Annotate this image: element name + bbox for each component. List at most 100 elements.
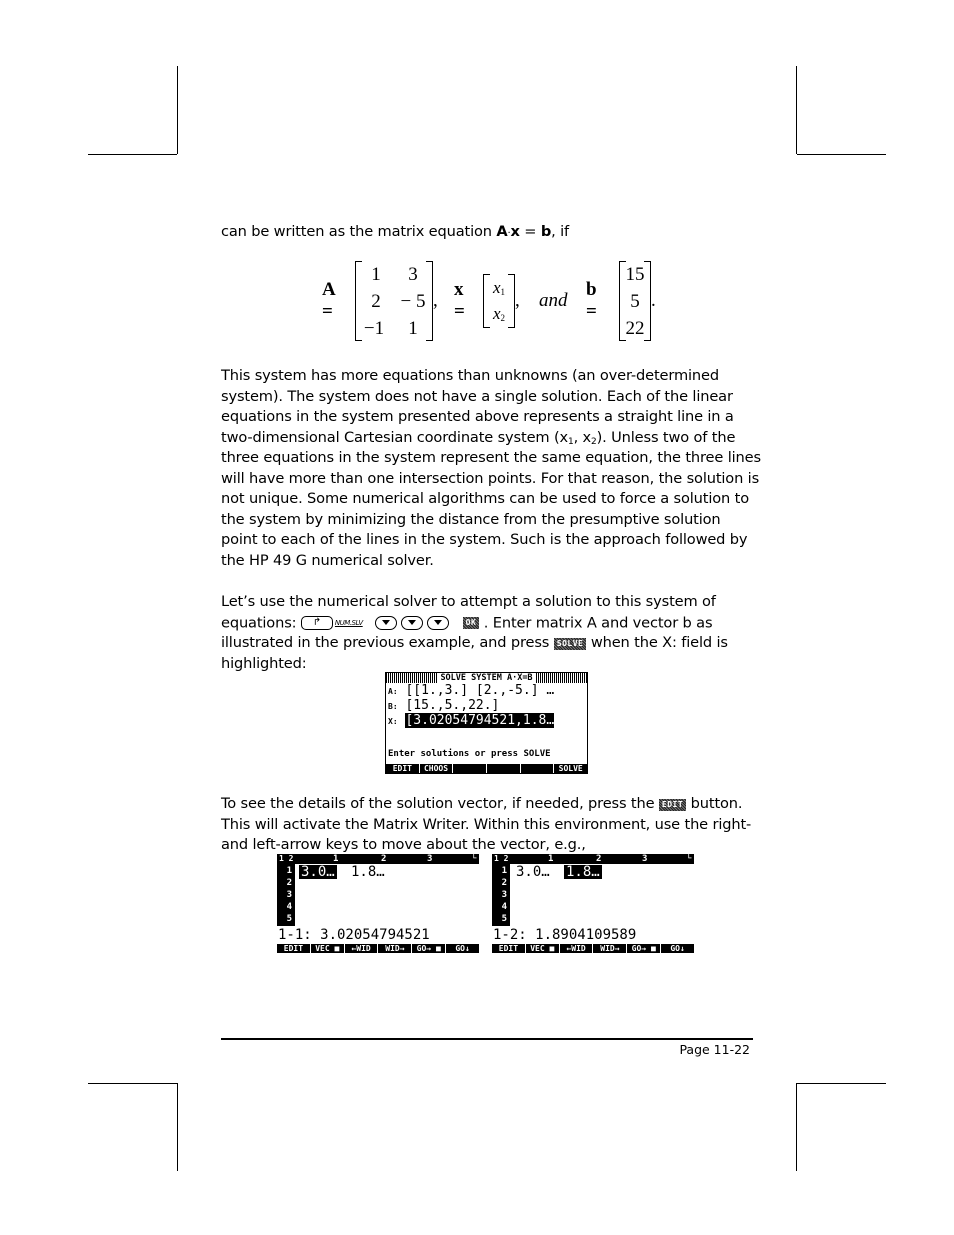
vector-b: 15 5 22 [619,261,651,341]
matrix-A-cell: − 5 [400,291,426,312]
softkey-wid-right[interactable]: WID→ [593,944,627,953]
crop-mark-bottom-right-v [796,1083,797,1171]
corner-label: 1 2 [279,854,294,863]
vector-b-cell: 22 [625,318,645,339]
and-word: and [539,290,568,311]
comma: , [515,290,520,311]
intro-line: can be written as the matrix equation A·… [221,222,761,245]
field-label: X: [388,717,398,726]
matrix-A-cell: 2 [371,291,381,312]
A-label: A = [322,279,335,322]
para1-text: , x [573,428,592,446]
comma: , [433,290,438,311]
softkey-solve[interactable]: SOLVE [554,764,587,773]
keystroke-sequence: ↱ NUM.SLV OK [300,613,480,634]
down-arrow-key-icon [374,615,397,630]
softkey-empty[interactable] [487,764,520,773]
row-header: 1 [286,866,292,876]
vector-x: x1 x2 [483,274,515,328]
crop-mark-bottom-left-h [88,1083,177,1084]
field-label: B: [388,702,398,711]
para1-text: ). Unless two of the three equations in … [221,428,761,569]
column-header: 3 [427,854,433,864]
softkey-go-down[interactable]: GO↓ [446,944,479,953]
screen-prompt: Enter solutions or press SOLVE [388,749,551,759]
row-header: 2 [286,878,292,888]
softkey-go-right[interactable]: GO→ ■ [412,944,446,953]
bold-x: x [510,223,520,240]
page-number: Page 11-22 [679,1042,750,1057]
matrix-A-cell: −1 [363,318,385,339]
matrix-cell[interactable]: 3.0… [514,865,552,879]
column-header: 2 [596,854,602,864]
softkey-empty[interactable] [520,764,554,773]
softkey-vec[interactable]: VEC ■ [525,944,559,953]
footer-rule [221,1038,753,1040]
row-header-bar: 1 2 3 4 5 [492,864,510,926]
bold-A: A [496,223,508,240]
crop-mark-top-right-v [796,66,797,154]
crop-mark-top-right-h [797,154,886,155]
column-header: 2 [381,854,387,864]
screen-title-bar: SOLVE SYSTEM A·X=B [386,673,587,683]
field-A[interactable]: A: [[1.,3.] [2.,-5.] … [388,684,554,699]
column-header: 1 [548,854,554,864]
period: . [651,290,656,311]
matrix-A: 1 3 2 − 5 −1 1 [355,261,433,341]
corner-label: 1 2 [494,854,509,863]
row-header: 5 [501,914,507,924]
matrix-A-cell: 1 [408,318,418,339]
softkey-menu: EDIT VEC ■ ←WID WID→ GO→ ■ GO↓ [492,944,694,953]
x-var: x [492,304,501,323]
field-B[interactable]: B: [15.,5.,22.] [388,699,499,714]
calculator-screen-matrix-writer-1: 1 2 1 2 3 └ 1 2 3 4 5 3.0… 1.8… 1-1: 3.0… [277,854,479,953]
cell-value-status: 1-2: 1.8904109589 [493,927,637,943]
softkey-vec[interactable]: VEC ■ [310,944,344,953]
intro-suffix: , if [551,223,570,240]
column-header-bar: 1 2 1 2 3 └ [277,854,479,864]
matrix-cell[interactable]: 1.8… [349,865,387,879]
softkey-wid-right[interactable]: WID→ [378,944,412,953]
b-label: b = [586,279,597,322]
matrix-cell-selected[interactable]: 1.8… [564,865,602,879]
numslv-key-label: NUM.SLV [334,618,363,627]
matrix-A-cell: 1 [371,264,381,285]
row-header-bar: 1 2 3 4 5 [277,864,295,926]
field-X[interactable]: X: [3.02054794521,1.8… [388,713,555,729]
paragraph-numerical-solver: Let’s use the numerical solver to attemp… [221,592,761,674]
paragraph-matrix-writer: To see the details of the solution vecto… [221,794,761,856]
softkey-edit[interactable]: EDIT [492,944,525,953]
crop-mark-top-left-v [177,66,178,154]
row-header: 3 [286,890,292,900]
matrix-A-cell: 3 [408,264,418,285]
column-header: 1 [333,854,339,864]
crop-mark-bottom-left-v [177,1083,178,1171]
vector-x-cell: x1 [487,278,511,298]
vector-b-cell: 15 [625,264,645,285]
cell-value-status: 1-1: 3.02054794521 [278,927,430,943]
bold-b: b [540,223,552,240]
row-header: 3 [501,890,507,900]
row-header: 4 [501,902,507,912]
equals-sign: = [519,223,541,240]
softkey-go-down[interactable]: GO↓ [661,944,694,953]
paragraph-overdetermined: This system has more equations than unkn… [221,366,761,571]
softkey-choos[interactable]: CHOOS [419,764,453,773]
softkey-edit[interactable]: EDIT [277,944,310,953]
softkey-menu: EDIT VEC ■ ←WID WID→ GO→ ■ GO↓ [277,944,479,953]
softkey-wid-left[interactable]: ←WID [559,944,593,953]
softkey-wid-left[interactable]: ←WID [344,944,378,953]
down-arrow-key-icon [426,615,449,630]
row-header: 4 [286,902,292,912]
field-value: [15.,5.,22.] [405,698,500,713]
softkey-edit[interactable]: EDIT [386,764,419,773]
column-end-mark: └ [686,854,692,864]
matrix-cell-selected[interactable]: 3.0… [299,865,337,879]
softkey-go-right[interactable]: GO→ ■ [627,944,661,953]
softkey-empty[interactable] [453,764,487,773]
vector-x-cell: x2 [487,304,511,324]
row-header: 1 [501,866,507,876]
field-value: [[1.,3.] [2.,-5.] … [405,683,555,698]
field-value-highlighted: [3.02054794521,1.8… [405,713,555,728]
row-header: 2 [501,878,507,888]
